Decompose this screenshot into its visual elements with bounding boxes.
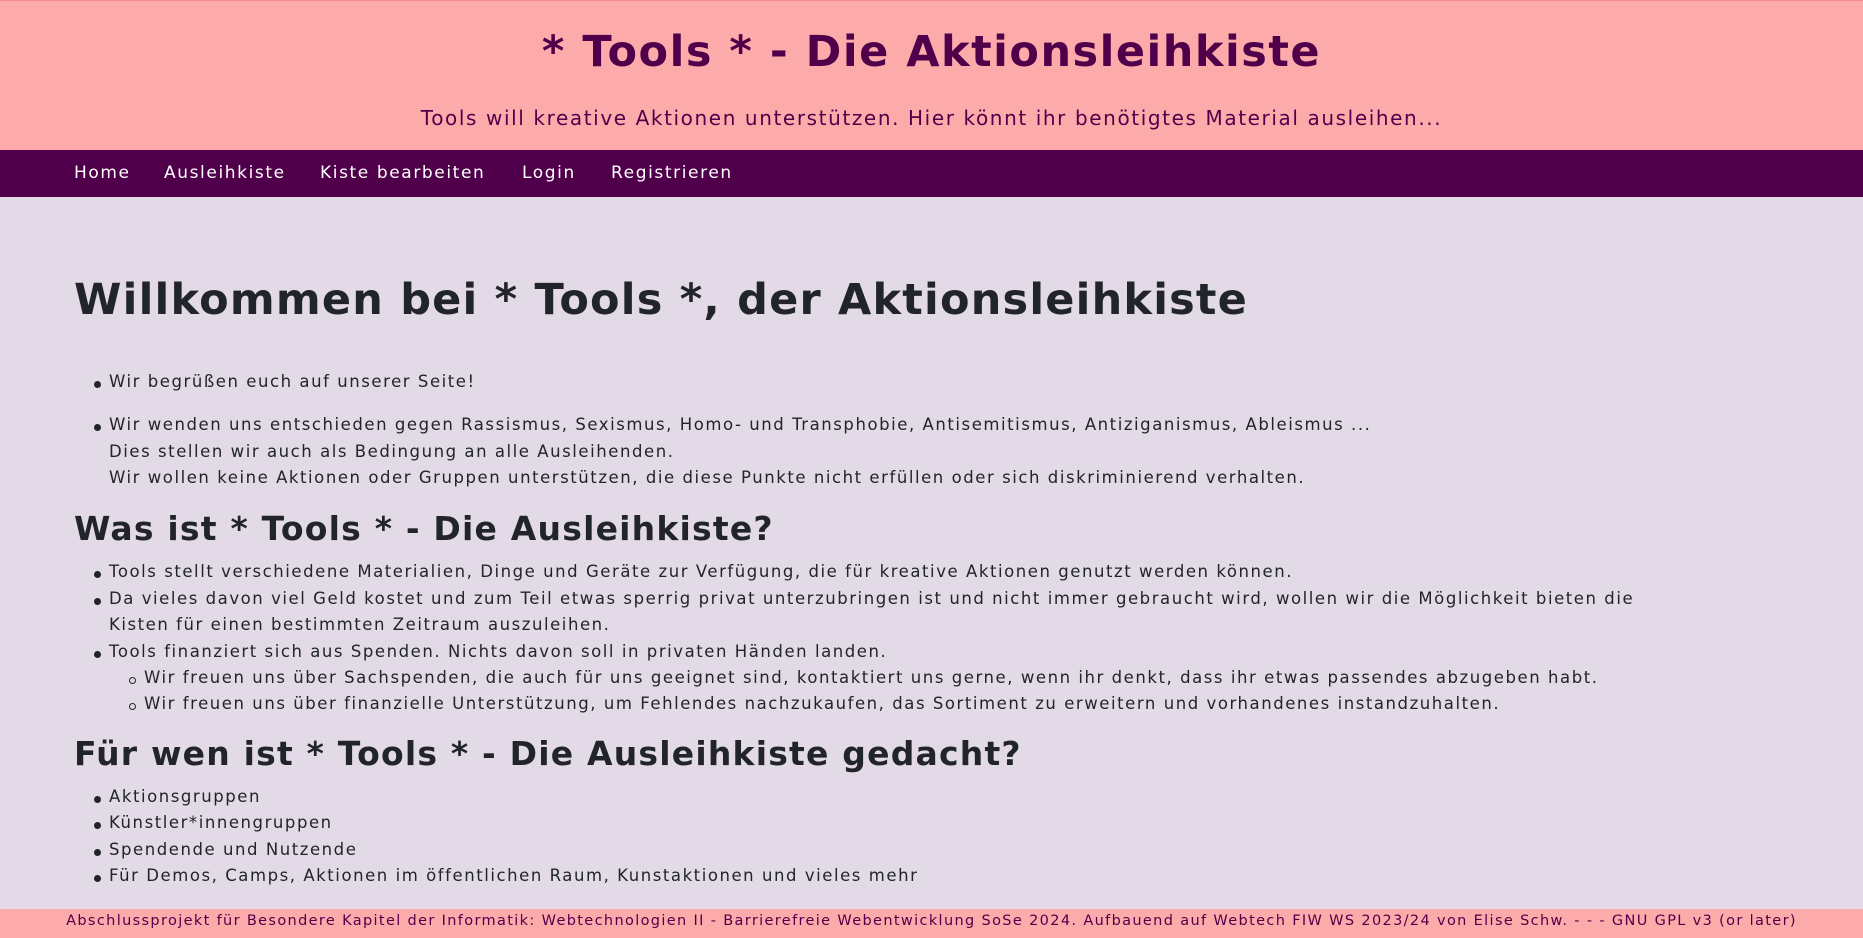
page-heading: Willkommen bei * Tools *, der Aktionslei…: [74, 275, 1249, 325]
intro-item-values-line3: Wir wollen keine Aktionen oder Gruppen u…: [109, 468, 1306, 487]
list-bullet: [94, 381, 101, 388]
list-bullet: [94, 796, 101, 803]
nav-link-login[interactable]: Login: [522, 150, 576, 196]
nav-link-registrieren[interactable]: Registrieren: [611, 150, 733, 196]
intro-item-values-line2: Dies stellen wir auch als Bedingung an a…: [109, 442, 675, 461]
intro-item-values: Wir wenden uns entschieden gegen Rassism…: [109, 415, 1372, 434]
list-item: Künstler*innengruppen: [109, 813, 333, 832]
nav-link-home[interactable]: Home: [74, 150, 131, 196]
section-heading-audience: Für wen ist * Tools * - Die Ausleihkiste…: [74, 734, 1022, 773]
sublist-bullet: [129, 703, 136, 710]
intro-item-welcome: Wir begrüßen euch auf unserer Seite!: [109, 372, 476, 391]
list-item: Da vieles davon viel Geld kostet und zum…: [109, 589, 1635, 608]
list-item: Für Demos, Camps, Aktionen im öffentlich…: [109, 866, 919, 885]
list-bullet: [94, 651, 101, 658]
list-item: Tools stellt verschiedene Materialien, D…: [109, 562, 1294, 581]
list-bullet: [94, 875, 101, 882]
list-item: Aktionsgruppen: [109, 787, 262, 806]
site-title: * Tools * - Die Aktionsleihkiste: [541, 27, 1322, 77]
list-bullet: [94, 424, 101, 431]
site-subtitle: Tools will kreative Aktionen unterstütze…: [420, 106, 1443, 130]
site-header: * Tools * - Die Aktionsleihkiste Tools w…: [0, 0, 1863, 150]
nav-link-ausleihkiste[interactable]: Ausleihkiste: [164, 150, 286, 196]
list-bullet: [94, 822, 101, 829]
site-footer: Abschlussprojekt für Besondere Kapitel d…: [0, 909, 1863, 938]
sublist-bullet: [129, 677, 136, 684]
list-item: Spendende und Nutzende: [109, 840, 358, 859]
list-bullet: [94, 571, 101, 578]
sublist-item: Wir freuen uns über finanzielle Unterstü…: [144, 694, 1501, 713]
main-navigation: Home Ausleihkiste Kiste bearbeiten Login…: [0, 150, 1863, 197]
list-item: Tools finanziert sich aus Spenden. Nicht…: [109, 642, 888, 661]
section-heading-what: Was ist * Tools * - Die Ausleihkiste?: [74, 509, 774, 548]
sublist-item: Wir freuen uns über Sachspenden, die auc…: [144, 668, 1599, 687]
nav-link-kiste-bearbeiten[interactable]: Kiste bearbeiten: [320, 150, 485, 196]
list-item-continuation: Kisten für einen bestimmten Zeitraum aus…: [109, 615, 611, 634]
list-bullet: [94, 598, 101, 605]
list-bullet: [94, 849, 101, 856]
footer-text: Abschlussprojekt für Besondere Kapitel d…: [66, 913, 1797, 929]
